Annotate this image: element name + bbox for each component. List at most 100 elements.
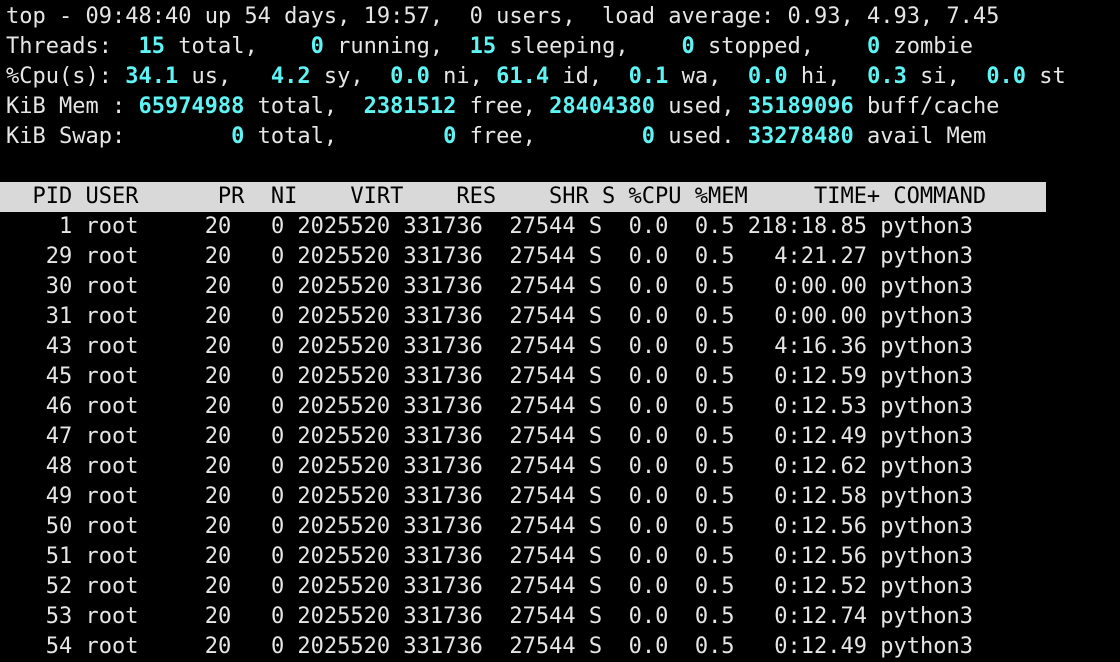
command-cell: python3	[867, 274, 973, 299]
state-cell: S	[575, 274, 603, 299]
process-row[interactable]: 46 root 20 0 2025520 331736 27544 S 0.0 …	[0, 392, 1120, 422]
process-row[interactable]: 31 root 20 0 2025520 331736 27544 S 0.0 …	[0, 302, 1120, 332]
pid-cell: 29	[6, 244, 73, 269]
virt-cell: 2025520	[284, 574, 391, 599]
threads-running: 0	[297, 34, 324, 59]
process-row[interactable]: 45 root 20 0 2025520 331736 27544 S 0.0 …	[0, 362, 1120, 392]
mem-cell: 0.5	[668, 544, 735, 569]
priority-cell: 20	[191, 394, 232, 419]
mem-cell: 0.5	[668, 214, 735, 239]
process-row[interactable]: 53 root 20 0 2025520 331736 27544 S 0.0 …	[0, 602, 1120, 632]
user-cell: root	[72, 634, 192, 659]
process-row[interactable]: 51 root 20 0 2025520 331736 27544 S 0.0 …	[0, 542, 1120, 572]
res-cell: 331736	[390, 544, 483, 569]
user-cell: root	[72, 424, 192, 449]
state-cell: S	[575, 334, 603, 359]
virt-cell: 2025520	[284, 424, 391, 449]
priority-cell: 20	[191, 544, 232, 569]
virt-cell: 2025520	[284, 634, 391, 659]
time-cell: 0:12.59	[734, 364, 868, 389]
shr-cell: 27544	[482, 604, 576, 629]
command-cell: python3	[867, 244, 973, 269]
nice-cell: 0	[231, 484, 285, 509]
process-row[interactable]: 43 root 20 0 2025520 331736 27544 S 0.0 …	[0, 332, 1120, 362]
swap-used: 0	[549, 124, 656, 149]
state-cell: S	[575, 454, 603, 479]
terminal-window[interactable]: top - 09:48:40 up 54 days, 19:57, 0 user…	[0, 0, 1120, 659]
virt-cell: 2025520	[284, 364, 391, 389]
cpu-cell: 0.0	[602, 424, 669, 449]
res-cell: 331736	[390, 514, 483, 539]
cpu-cell: 0.0	[602, 364, 669, 389]
mem-line: KiB Mem : 65974988 total, 2381512 free, …	[0, 92, 1120, 122]
res-cell: 331736	[390, 454, 483, 479]
mem-cell: 0.5	[668, 604, 735, 629]
nice-cell: 0	[231, 244, 285, 269]
priority-cell: 20	[191, 634, 232, 659]
cpu-cell: 0.0	[602, 634, 669, 659]
cpu-cell: 0.0	[602, 274, 669, 299]
command-cell: python3	[867, 544, 973, 569]
user-cell: root	[72, 244, 192, 269]
time-cell: 0:12.62	[734, 454, 868, 479]
user-cell: root	[72, 484, 192, 509]
user-cell: root	[72, 274, 192, 299]
cpu-line: %Cpu(s): 34.1 us, 4.2 sy, 0.0 ni, 61.4 i…	[0, 62, 1120, 92]
mem-cell: 0.5	[668, 454, 735, 479]
state-cell: S	[575, 394, 603, 419]
process-table-header[interactable]: PID USER PR NI VIRT RES SHR S %CPU %MEM …	[0, 182, 1046, 212]
command-cell: python3	[867, 634, 973, 659]
mem-free-label: free,	[456, 94, 550, 119]
pid-cell: 46	[6, 394, 73, 419]
mem-used-label: used,	[655, 94, 748, 119]
cpu-wa: 0.1	[628, 64, 669, 89]
threads-zombie-label: zombie	[880, 34, 973, 59]
virt-cell: 2025520	[284, 514, 391, 539]
res-cell: 331736	[390, 334, 483, 359]
virt-cell: 2025520	[284, 244, 391, 269]
state-cell: S	[575, 634, 603, 659]
virt-cell: 2025520	[284, 544, 391, 569]
state-cell: S	[575, 574, 603, 599]
command-cell: python3	[867, 574, 973, 599]
cpu-cell: 0.0	[602, 334, 669, 359]
user-cell: root	[72, 574, 192, 599]
cpu-cell: 0.0	[602, 304, 669, 329]
process-row[interactable]: 30 root 20 0 2025520 331736 27544 S 0.0 …	[0, 272, 1120, 302]
user-cell: root	[72, 514, 192, 539]
pid-cell: 50	[6, 514, 73, 539]
threads-zombie: 0	[853, 34, 881, 59]
cpu-si: 0.3	[867, 64, 907, 89]
cpu-ni-label: ni,	[429, 64, 497, 89]
shr-cell: 27544	[482, 334, 576, 359]
priority-cell: 20	[191, 334, 232, 359]
cpu-id: 61.4	[496, 64, 550, 89]
nice-cell: 0	[231, 544, 285, 569]
mem-cell: 0.5	[668, 334, 735, 359]
time-cell: 218:18.85	[734, 214, 868, 239]
mem-label: KiB Mem :	[6, 94, 139, 119]
mem-total: 65974988	[138, 94, 245, 119]
process-row[interactable]: 1 root 20 0 2025520 331736 27544 S 0.0 0…	[0, 212, 1120, 242]
cpu-wa-label: wa,	[668, 64, 748, 89]
current-time: 09:48:40	[85, 4, 192, 29]
user-cell: root	[72, 394, 192, 419]
nice-cell: 0	[231, 364, 285, 389]
time-cell: 0:12.56	[734, 514, 868, 539]
swap-avail-mem-label: avail Mem	[853, 124, 987, 149]
cpu-cell: 0.0	[602, 454, 669, 479]
process-row[interactable]: 49 root 20 0 2025520 331736 27544 S 0.0 …	[0, 482, 1120, 512]
process-row[interactable]: 50 root 20 0 2025520 331736 27544 S 0.0 …	[0, 512, 1120, 542]
process-row[interactable]: 29 root 20 0 2025520 331736 27544 S 0.0 …	[0, 242, 1120, 272]
process-row[interactable]: 47 root 20 0 2025520 331736 27544 S 0.0 …	[0, 422, 1120, 452]
virt-cell: 2025520	[284, 214, 391, 239]
res-cell: 331736	[390, 274, 483, 299]
mem-cell: 0.5	[668, 394, 735, 419]
process-row[interactable]: 52 root 20 0 2025520 331736 27544 S 0.0 …	[0, 572, 1120, 602]
process-row[interactable]: 48 root 20 0 2025520 331736 27544 S 0.0 …	[0, 452, 1120, 482]
command-cell: python3	[867, 484, 973, 509]
res-cell: 331736	[390, 214, 483, 239]
mem-cell: 0.5	[668, 634, 735, 659]
command-cell: python3	[867, 424, 973, 449]
priority-cell: 20	[191, 454, 232, 479]
